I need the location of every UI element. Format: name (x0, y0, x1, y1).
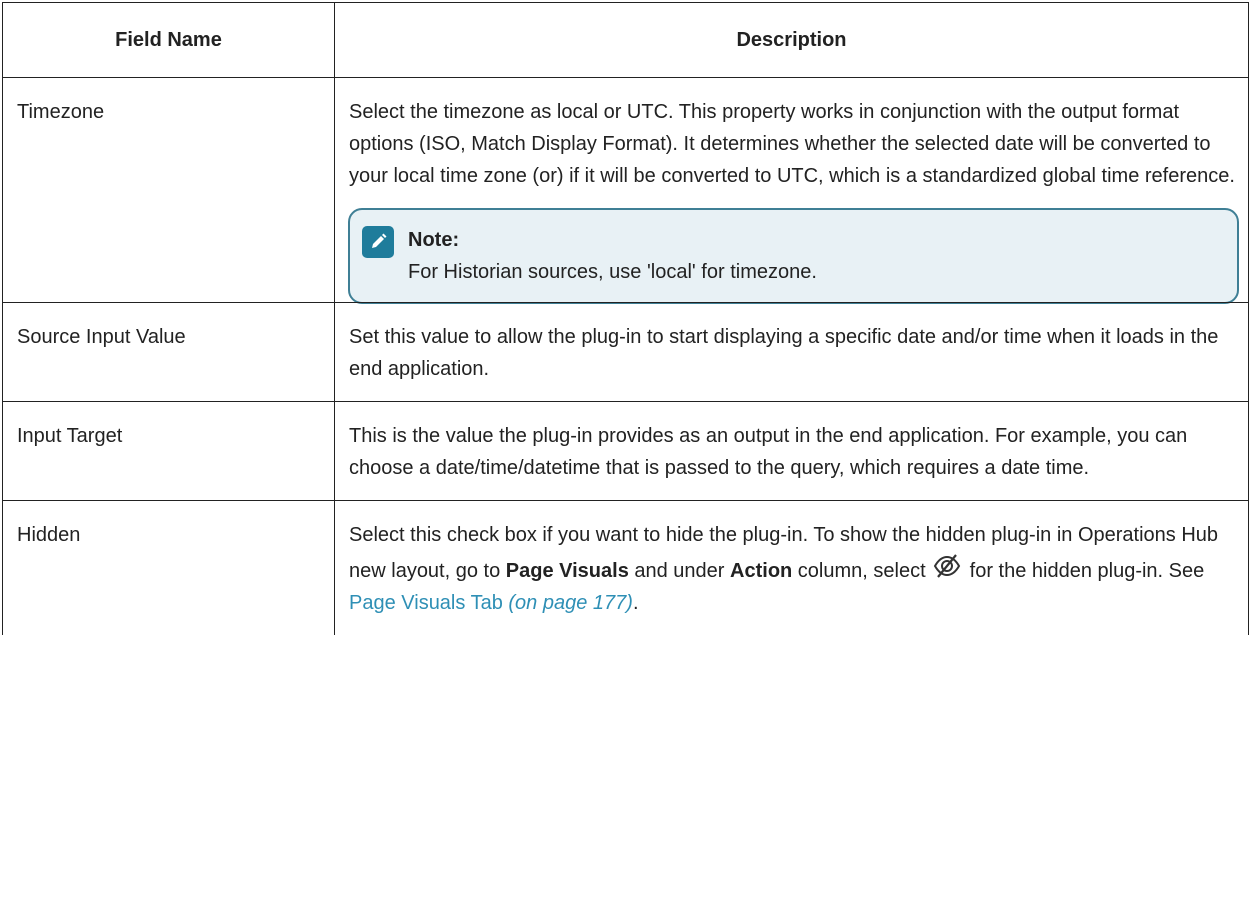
field-name-cell: Timezone (2, 77, 335, 303)
page-visuals-label: Page Visuals (505, 560, 629, 582)
description-cell: Set this value to allow the plug-in to s… (334, 302, 1249, 402)
table-header-row: Field Name Description (2, 2, 1249, 78)
action-label: Action (730, 560, 793, 582)
link-page-reference[interactable]: (on page 177) (508, 592, 633, 614)
note-callout: Note: For Historian sources, use 'local'… (348, 208, 1239, 304)
table-row: Hidden Select this check box if you want… (2, 500, 1249, 635)
table-row: Timezone Select the timezone as local or… (2, 77, 1249, 304)
note-text: For Historian sources, use 'local' for t… (408, 261, 817, 283)
description-text: Select the timezone as local or UTC. Thi… (349, 101, 1235, 187)
header-description: Description (334, 2, 1249, 78)
description-cell: This is the value the plug-in provides a… (334, 401, 1249, 501)
table-row: Source Input Value Set this value to all… (2, 302, 1249, 402)
field-name-cell: Hidden (2, 500, 335, 635)
table-row: Input Target This is the value the plug-… (2, 401, 1249, 501)
link-text[interactable]: Page Visuals Tab (349, 592, 503, 614)
description-text: . (632, 592, 639, 614)
field-description-table: Field Name Description Timezone Select t… (2, 2, 1249, 635)
field-name-cell: Input Target (2, 401, 335, 501)
description-text: column, select (792, 560, 926, 582)
eye-slash-icon (932, 551, 962, 581)
pencil-note-icon (362, 226, 394, 258)
header-field-name: Field Name (2, 2, 335, 78)
note-title: Note: (408, 229, 460, 251)
description-cell: Select this check box if you want to hid… (334, 500, 1249, 635)
page-visuals-tab-link[interactable]: Page Visuals Tab (on page 177) (349, 592, 633, 614)
field-name-cell: Source Input Value (2, 302, 335, 402)
description-text: for the hidden plug-in. See (969, 560, 1205, 582)
description-text: and under (628, 560, 731, 582)
description-cell: Select the timezone as local or UTC. Thi… (334, 77, 1249, 304)
